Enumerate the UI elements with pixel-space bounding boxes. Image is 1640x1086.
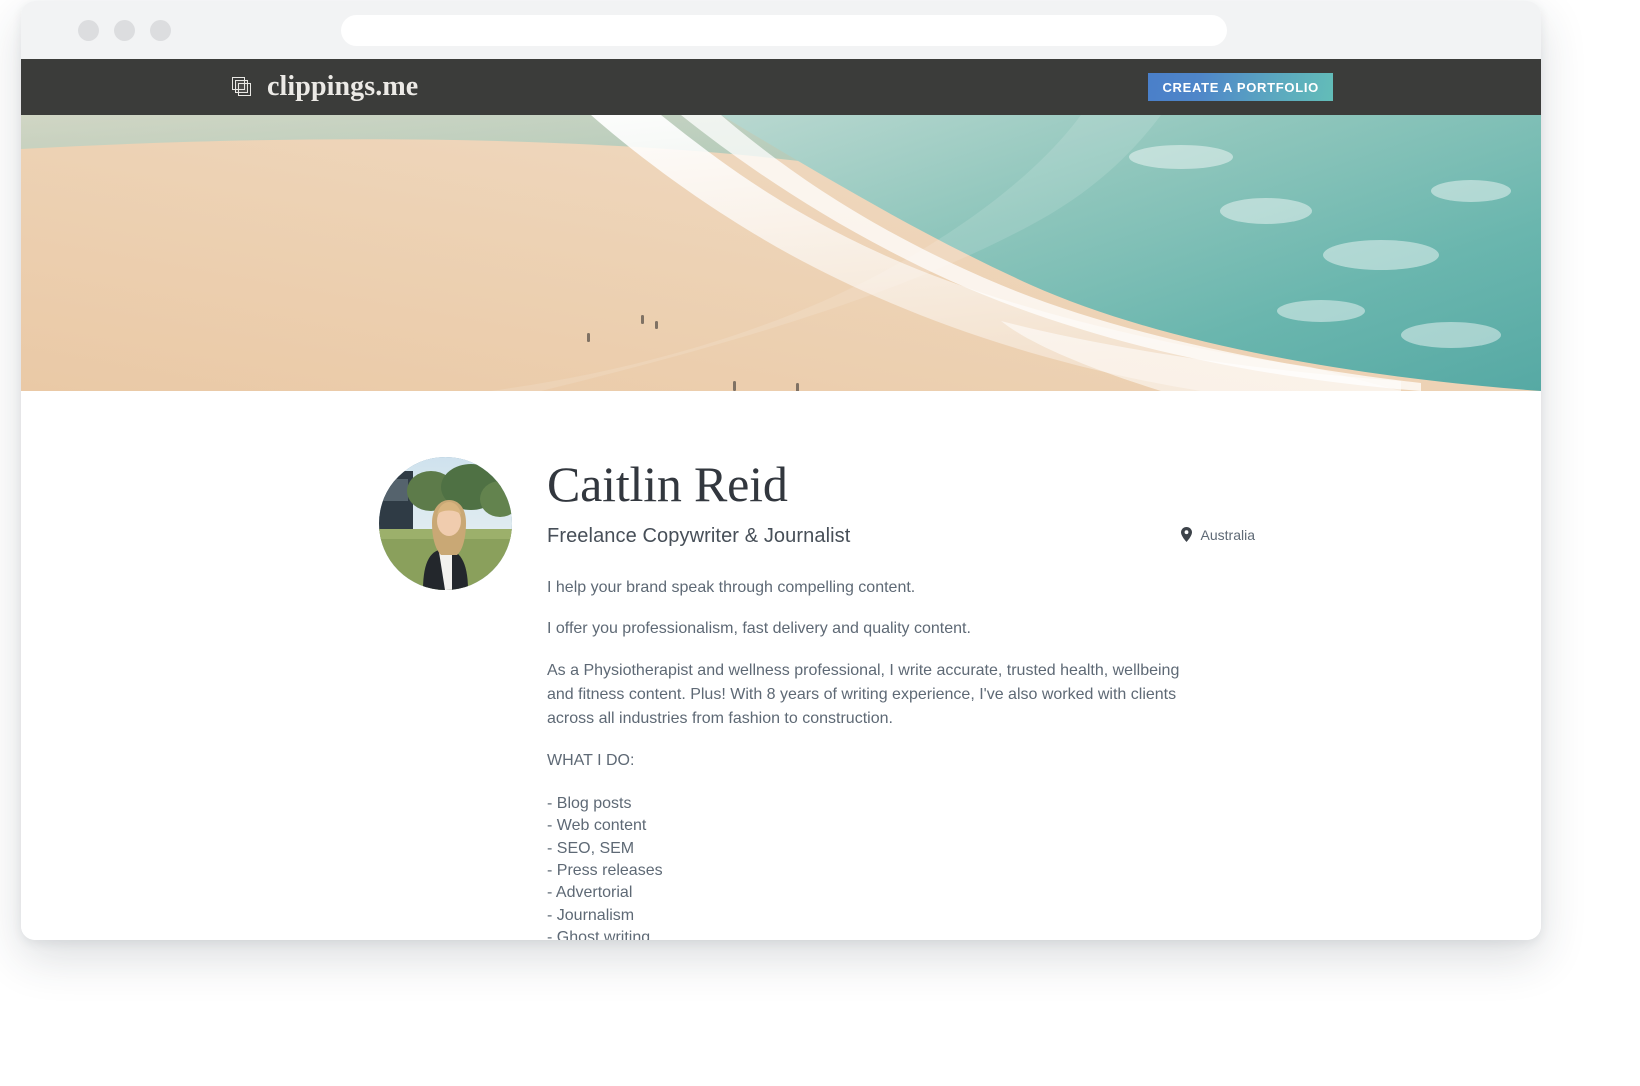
browser-titlebar	[21, 1, 1541, 59]
minimize-window-button[interactable]	[114, 19, 135, 41]
close-window-button[interactable]	[78, 19, 99, 41]
list-item: - Blog posts	[547, 794, 632, 812]
profile-tagline: Freelance Copywriter & Journalist	[547, 525, 851, 547]
bio-paragraph: I offer you professionalism, fast delive…	[547, 620, 971, 638]
list-item: - Press releases	[547, 862, 663, 880]
window-controls	[78, 19, 171, 41]
bio-heading: WHAT I DO:	[547, 751, 635, 769]
bio-paragraph: As a Physiotherapist and wellness profes…	[547, 661, 1180, 728]
cover-photo	[21, 115, 1541, 391]
browser-window: clippings.me CREATE A PORTFOLIO Caitlin …	[21, 1, 1541, 940]
location-badge: Australia	[1180, 526, 1255, 543]
list-item: - SEO, SEM	[547, 839, 635, 857]
create-a-portfolio-button[interactable]: CREATE A PORTFOLIO	[1148, 73, 1333, 101]
brand-logo-link[interactable]: clippings.me	[232, 73, 418, 101]
list-item: - Journalism	[547, 906, 635, 924]
list-item: - Advertorial	[547, 884, 633, 902]
map-pin-icon	[1180, 527, 1192, 542]
beach-illustration	[21, 115, 1541, 391]
profile-details: Caitlin Reid Freelance Copywriter & Jour…	[547, 456, 1255, 940]
layered-squares-icon	[232, 75, 256, 99]
list-item: - Web content	[547, 817, 647, 835]
services-list: - Blog posts - Web content - SEO, SEM - …	[547, 793, 1181, 940]
location-label: Australia	[1200, 526, 1255, 543]
page-title: Caitlin Reid	[547, 456, 788, 512]
site-navbar: clippings.me CREATE A PORTFOLIO	[21, 59, 1541, 115]
profile-bio: I help your brand speak through compelli…	[547, 576, 1181, 773]
avatar	[379, 457, 512, 590]
bio-paragraph: I help your brand speak through compelli…	[547, 579, 916, 596]
maximize-window-button[interactable]	[150, 19, 171, 41]
address-bar[interactable]	[341, 15, 1227, 46]
avatar-photo	[379, 457, 512, 590]
brand-name: clippings.me	[267, 71, 419, 102]
profile-section: Caitlin Reid Freelance Copywriter & Jour…	[21, 391, 1541, 940]
list-item: - Ghost writing	[547, 929, 651, 940]
